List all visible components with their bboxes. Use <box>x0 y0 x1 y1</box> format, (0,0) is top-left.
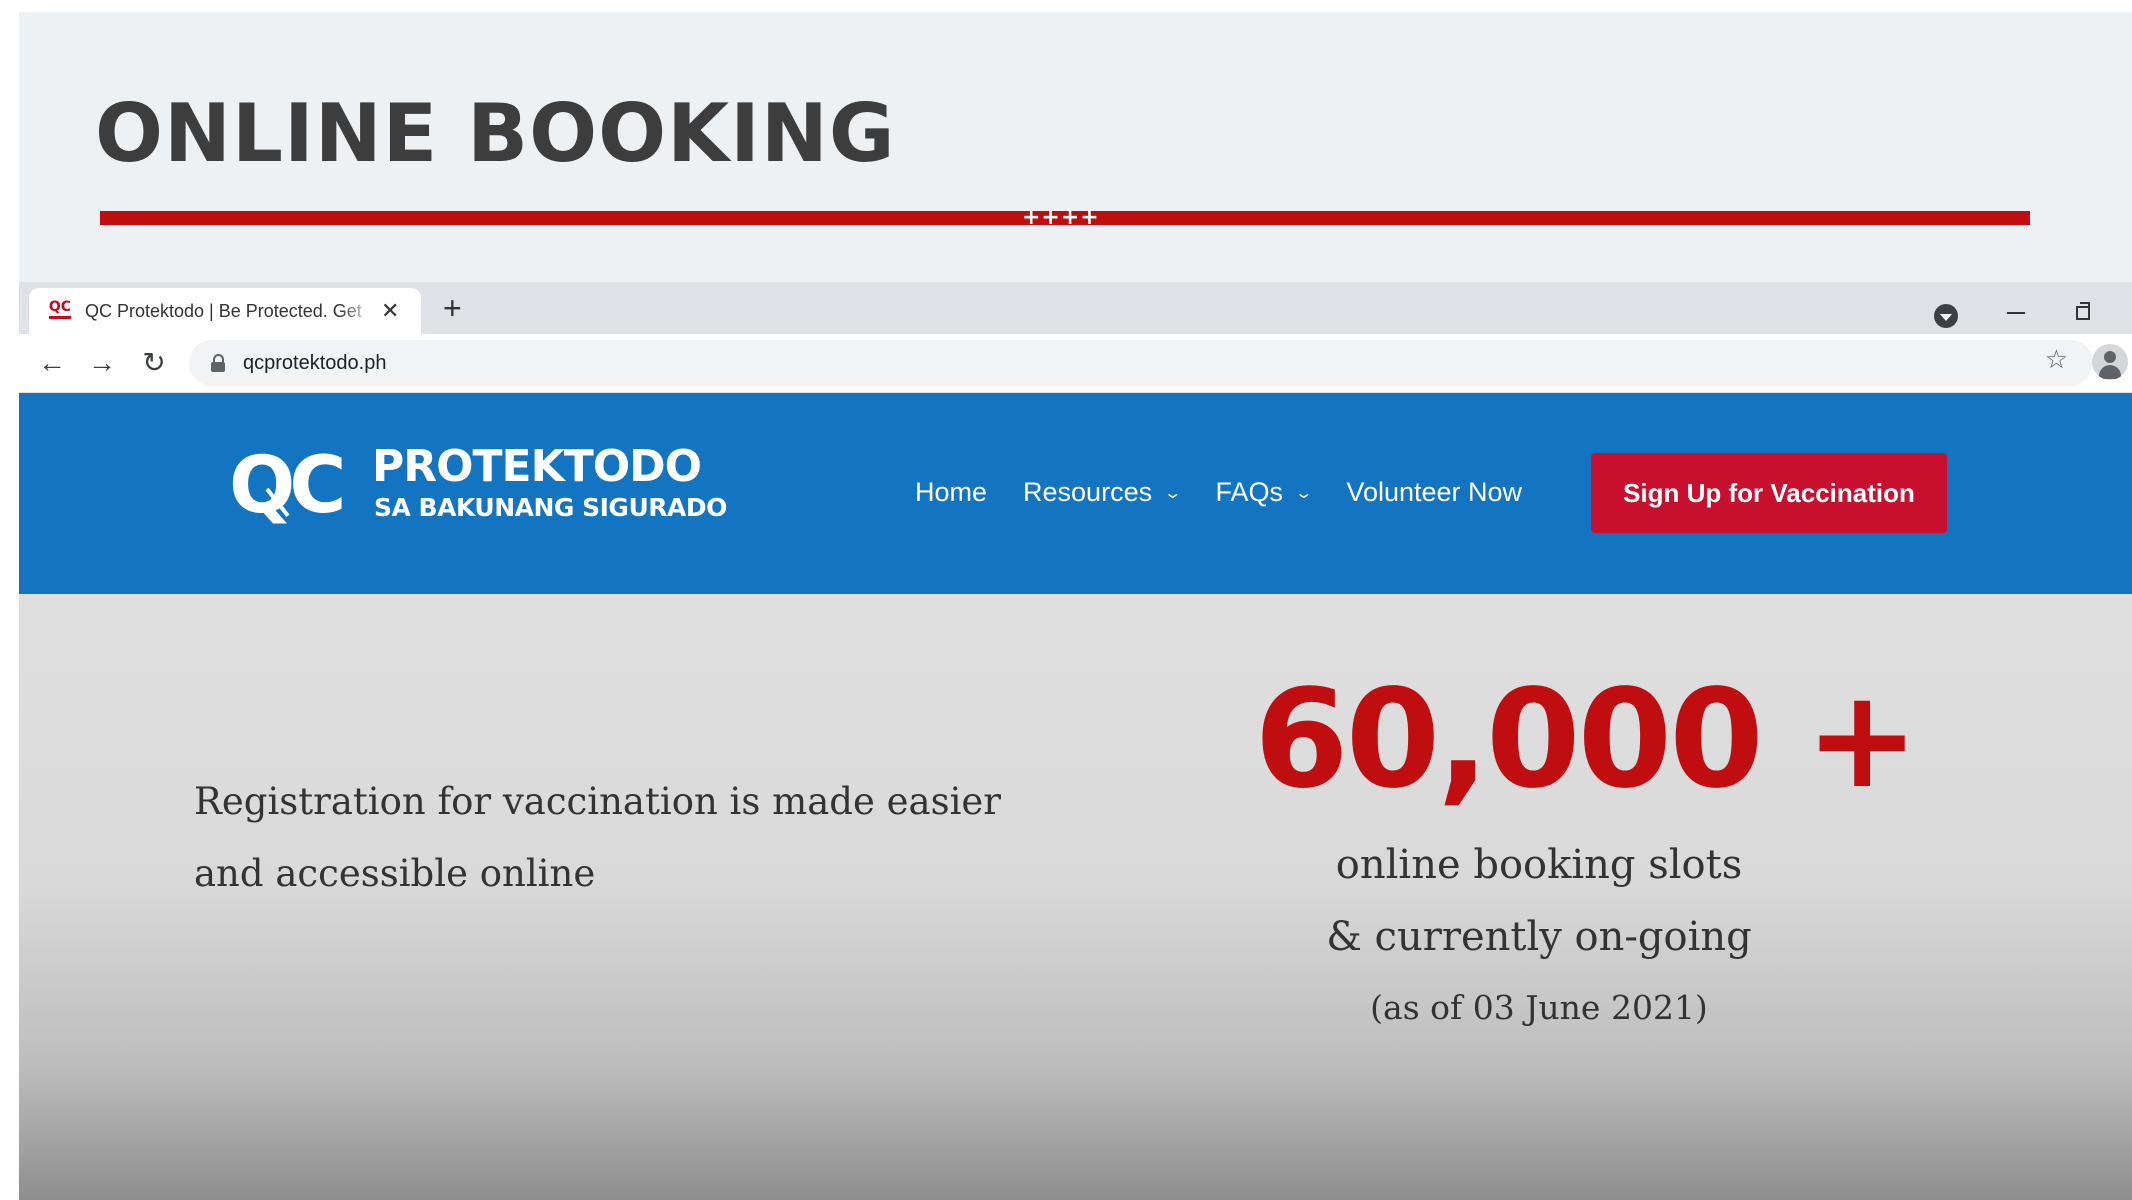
back-arrow-icon[interactable]: ← <box>35 346 69 380</box>
site-favicon-icon: QC <box>47 300 73 322</box>
reload-icon[interactable]: ↻ <box>137 346 171 380</box>
browser-tab-active[interactable]: QC QC Protektodo | Be Protected. Get ✕ <box>29 288 421 334</box>
browser-toolbar: ← → ↻ qcprotektodo.ph ☆ <box>19 334 2132 393</box>
restore-window-icon[interactable] <box>2076 302 2090 320</box>
stat-date-note: (as of 03 June 2021) <box>1370 988 1708 1027</box>
address-bar[interactable]: qcprotektodo.ph <box>189 340 2093 386</box>
browser-window: QC QC Protektodo | Be Protected. Get ✕ +… <box>19 282 2132 1200</box>
new-tab-button[interactable]: + <box>443 292 462 324</box>
slide: ONLINE BOOKING ++++ QC QC Protektodo | B… <box>19 12 2132 1200</box>
avatar-icon[interactable] <box>2092 344 2128 380</box>
minimize-icon[interactable] <box>2007 312 2025 314</box>
divider-marks: ++++ <box>1022 205 1100 230</box>
stat-caption-line-1: online booking slots <box>1335 842 1743 888</box>
nav-faqs[interactable]: FAQs ⌄ <box>1216 477 1314 508</box>
main-nav: Home Resources ⌄ FAQs ⌄ Volunteer Now <box>915 477 1558 508</box>
url-text[interactable]: qcprotektodo.ph <box>243 352 386 375</box>
nav-home[interactable]: Home <box>915 477 987 508</box>
tab-strip: QC QC Protektodo | Be Protected. Get ✕ + <box>19 282 2132 334</box>
slide-content: Registration for vaccination is made eas… <box>19 594 2132 1200</box>
stat-caption-line-2: & currently on-going <box>1326 914 1752 960</box>
star-icon[interactable]: ☆ <box>2045 344 2068 375</box>
sign-up-vaccination-button[interactable]: Sign Up for Vaccination <box>1591 453 1947 533</box>
tab-title: QC Protektodo | Be Protected. Get <box>85 300 362 321</box>
tab-search-icon[interactable] <box>1934 304 1958 328</box>
chevron-down-icon: ⌄ <box>1294 484 1314 502</box>
nav-resources[interactable]: Resources ⌄ <box>1023 477 1183 508</box>
site-header: QC PROTEKTODO SA BAKUNANG SIGURADO Home … <box>19 393 2132 594</box>
nav-volunteer[interactable]: Volunteer Now <box>1346 477 1522 508</box>
chevron-down-icon: ⌄ <box>1163 484 1183 502</box>
forward-arrow-icon[interactable]: → <box>85 346 119 380</box>
lock-icon[interactable] <box>211 354 225 372</box>
slide-title: ONLINE BOOKING <box>95 87 896 180</box>
lead-text: Registration for vaccination is made eas… <box>194 780 1001 895</box>
booking-slots-count: 60,000 + <box>1254 661 1919 819</box>
close-icon[interactable]: ✕ <box>381 298 399 324</box>
logo-tagline: SA BAKUNANG SIGURADO <box>374 493 727 522</box>
logo-wordmark: PROTEKTODO <box>372 441 702 492</box>
